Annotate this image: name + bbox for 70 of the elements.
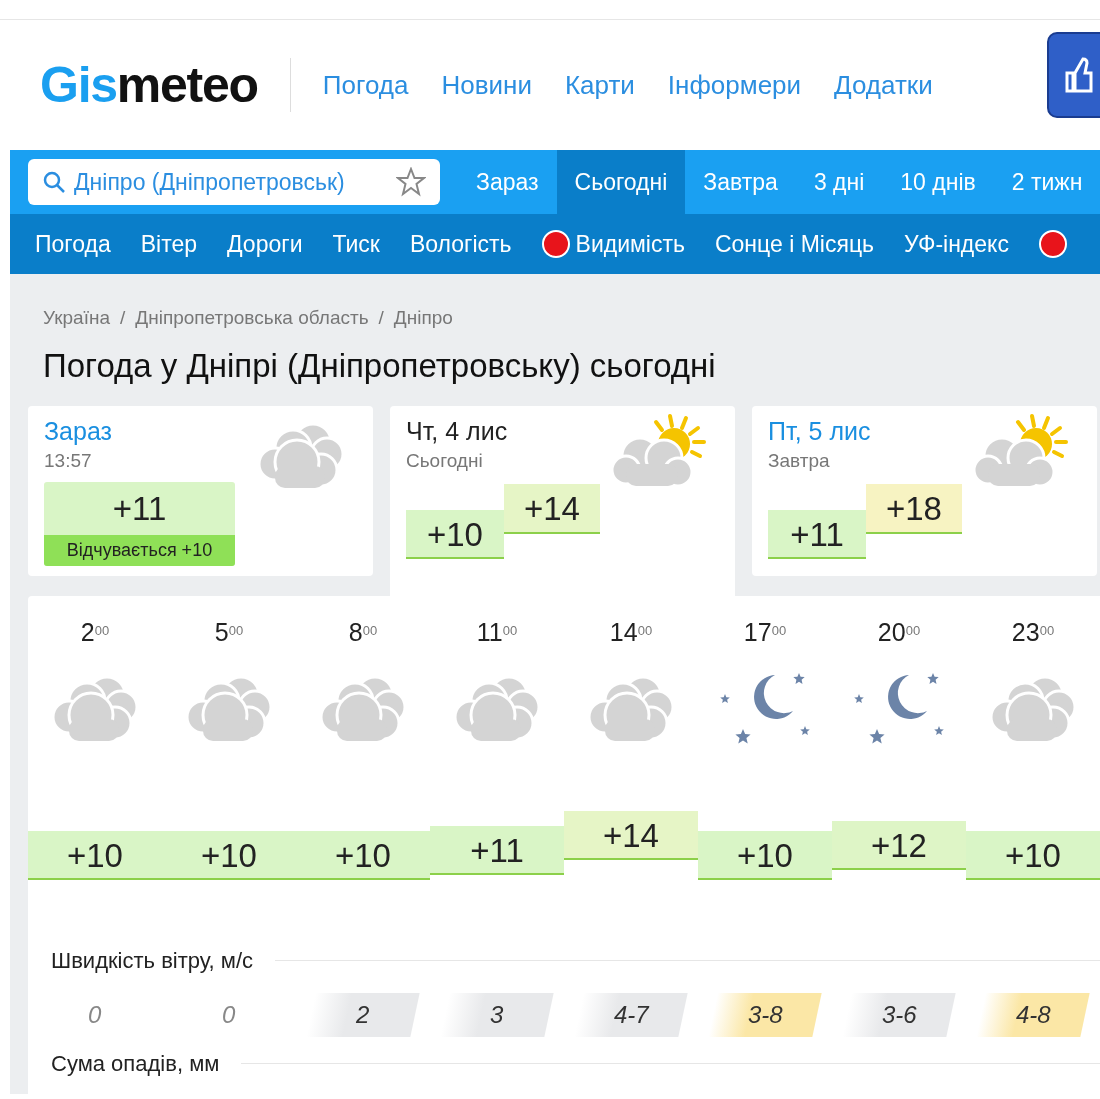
subnav-link[interactable]: Видимість bbox=[541, 226, 685, 262]
card-subtitle: Сьогодні bbox=[406, 449, 484, 474]
day-card[interactable]: Пт, 5 лис Завтра +11 +18 bbox=[752, 406, 1097, 576]
wind-speed: 4-8 bbox=[976, 992, 1090, 1037]
hourly-temperature: +10 bbox=[698, 830, 832, 880]
breadcrumb-separator: / bbox=[120, 306, 126, 330]
hourly-temperature: +10 bbox=[162, 830, 296, 880]
alert-icon bbox=[1038, 230, 1067, 258]
nav-link[interactable]: Додатки bbox=[834, 65, 933, 105]
current-time: 13:57 bbox=[44, 449, 93, 474]
star-icon[interactable] bbox=[396, 167, 426, 197]
hour-label: 11$^{00}$ bbox=[476, 617, 518, 648]
tab[interactable]: 2 тижн bbox=[993, 150, 1100, 214]
subnav-link[interactable]: Сонце і Місяць bbox=[714, 226, 875, 262]
tab[interactable]: Сьогодні bbox=[556, 150, 686, 214]
hour-label: 2$^{00}$ bbox=[80, 617, 110, 648]
section-title: Сума опадів, мм bbox=[51, 1049, 220, 1078]
subnav-link[interactable]: Погода bbox=[35, 226, 111, 262]
tab[interactable]: Завтра bbox=[685, 150, 796, 214]
subnav-link[interactable]: УФ-індекс bbox=[904, 226, 1009, 262]
min-temperature: +11 bbox=[768, 509, 866, 559]
subnav-link[interactable] bbox=[1038, 230, 1067, 258]
hour-label: 23$^{00}$ bbox=[1011, 617, 1055, 648]
max-temperature: +18 bbox=[866, 483, 962, 534]
subnav-link[interactable]: Тиск bbox=[332, 226, 380, 262]
hour-label: 20$^{00}$ bbox=[877, 617, 921, 648]
hourly-temperature: +10 bbox=[28, 830, 162, 880]
hour-label: 8$^{00}$ bbox=[348, 617, 378, 648]
gismeteo-logo[interactable]: Gismeteo bbox=[40, 58, 291, 112]
card-subtitle: Завтра bbox=[768, 449, 831, 474]
alert-icon bbox=[541, 230, 570, 258]
nav-link[interactable]: Погода bbox=[322, 65, 409, 105]
max-temperature: +14 bbox=[504, 483, 600, 534]
card-title: Зараз bbox=[44, 416, 113, 447]
breadcrumb-link[interactable]: Україна bbox=[43, 304, 110, 333]
current-temperature: +11 bbox=[111, 488, 168, 529]
wind-speed: 3-8 bbox=[708, 992, 822, 1037]
breadcrumb-separator: / bbox=[378, 306, 384, 330]
min-temperature: +10 bbox=[406, 509, 504, 559]
card-title: Чт, 4 лис bbox=[406, 416, 509, 447]
subnav-link[interactable]: Дороги bbox=[227, 226, 303, 262]
tab[interactable]: Зараз bbox=[458, 150, 557, 214]
wind-speed: 0 bbox=[221, 999, 237, 1030]
card-title: Пт, 5 лис bbox=[768, 416, 872, 447]
hour-label: 14$^{00}$ bbox=[609, 617, 653, 648]
day-card[interactable]: Чт, 4 лис Сьогодні +10 +14 bbox=[390, 406, 735, 596]
nav-link[interactable]: Інформери bbox=[667, 65, 802, 105]
breadcrumb-link[interactable]: Дніпро bbox=[393, 304, 453, 333]
current-weather-card[interactable]: Зараз 13:57 +11 Відчувається +10 bbox=[28, 406, 373, 576]
hourly-temperature: +11 bbox=[430, 825, 564, 875]
tab[interactable]: 10 днів bbox=[882, 150, 994, 214]
breadcrumb-link[interactable]: Дніпропетровська область bbox=[135, 304, 369, 333]
hourly-temperature: +14 bbox=[564, 810, 698, 860]
hourly-temperature: +10 bbox=[966, 830, 1100, 880]
section-title: Швидкість вітру, м/с bbox=[51, 946, 254, 975]
nav-link[interactable]: Новини bbox=[441, 65, 532, 105]
hour-label: 17$^{00}$ bbox=[743, 617, 787, 648]
tab[interactable]: 3 дні bbox=[795, 150, 883, 214]
hour-label: 5$^{00}$ bbox=[214, 617, 244, 648]
page-title: Погода у Дніпрі (Дніпропетровську) сьогодні bbox=[42, 345, 717, 386]
hourly-temperature: +10 bbox=[296, 830, 430, 880]
feels-like-label: Відчувається +10 bbox=[44, 535, 235, 567]
wind-speed: 0 bbox=[87, 999, 103, 1030]
search-field[interactable]: Дніпро (Дніпропетровськ) bbox=[28, 159, 440, 205]
nav-link[interactable]: Карти bbox=[564, 65, 635, 105]
subnav-link[interactable]: Вологість bbox=[409, 226, 512, 262]
search-icon bbox=[42, 170, 66, 194]
thumbs-up-icon[interactable] bbox=[1047, 32, 1100, 118]
hourly-temperature: +12 bbox=[832, 820, 966, 870]
subnav-link[interactable]: Вітер bbox=[140, 226, 198, 262]
